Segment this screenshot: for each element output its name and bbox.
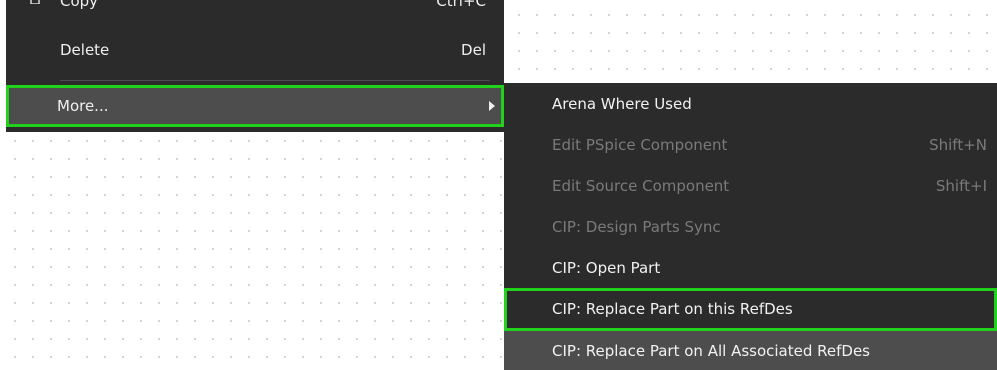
menu-item-label: Copy (60, 0, 99, 10)
chevron-right-icon (489, 101, 495, 111)
submenu-item-label: CIP: Replace Part on this RefDes (552, 300, 793, 318)
submenu-item-shortcut: Shift+N (929, 136, 987, 154)
submenu-item-label: Edit PSpice Component (552, 136, 728, 154)
submenu-item-shortcut: Shift+I (935, 177, 987, 195)
submenu-item-label: CIP: Replace Part on All Associated RefD… (552, 342, 870, 360)
submenu-item-edit-source-component[interactable]: Edit Source Component Shift+I (504, 165, 997, 206)
submenu-item-arena-where-used[interactable]: Arena Where Used (504, 83, 997, 124)
context-menu: Copy Ctrl+C Delete Del More... (6, 0, 504, 132)
menu-item-more[interactable]: More... (6, 85, 504, 127)
copy-icon (30, 0, 40, 4)
submenu-item-label: CIP: Open Part (552, 259, 661, 277)
menu-item-shortcut: Del (461, 41, 486, 59)
more-submenu: Arena Where Used Edit PSpice Component S… (504, 83, 997, 370)
submenu-item-cip-open-part[interactable]: CIP: Open Part (504, 247, 997, 288)
submenu-item-cip-design-parts-sync[interactable]: CIP: Design Parts Sync (504, 206, 997, 247)
submenu-item-edit-pspice-component[interactable]: Edit PSpice Component Shift+N (504, 124, 997, 165)
submenu-item-label: CIP: Design Parts Sync (552, 218, 721, 236)
menu-item-label: More... (57, 97, 109, 115)
submenu-item-label: Edit Source Component (552, 177, 730, 195)
submenu-item-cip-replace-part-on-this-refdes[interactable]: CIP: Replace Part on this RefDes (504, 288, 997, 331)
submenu-item-cip-replace-part-on-all-associated-refdes[interactable]: CIP: Replace Part on All Associated RefD… (504, 331, 997, 370)
submenu-item-label: Arena Where Used (552, 95, 692, 113)
menu-item-label: Delete (60, 41, 110, 59)
menu-item-copy[interactable]: Copy Ctrl+C (6, 0, 504, 18)
menu-separator (60, 80, 490, 81)
menu-item-delete[interactable]: Delete Del (6, 36, 504, 66)
menu-item-shortcut: Ctrl+C (436, 0, 486, 10)
